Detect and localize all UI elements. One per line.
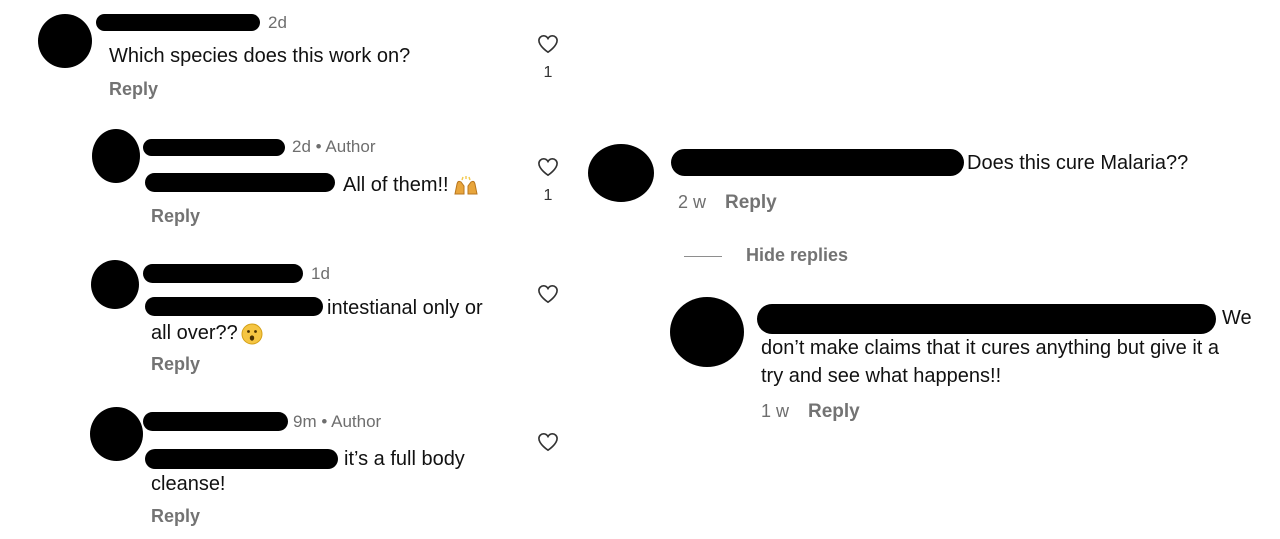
avatar[interactable] <box>670 297 744 367</box>
separator-dot: • <box>315 137 322 156</box>
reply-button[interactable]: Reply <box>151 506 200 527</box>
raised-hands-icon <box>453 175 478 195</box>
time-label: 2d <box>292 137 311 156</box>
redacted-username <box>96 14 260 31</box>
reply-button[interactable]: Reply <box>151 354 200 375</box>
reply-text: We <box>1222 307 1252 329</box>
redacted-mention <box>145 173 335 192</box>
comment-time: 2d • Author <box>292 137 376 157</box>
reply-button[interactable]: Reply <box>808 401 860 423</box>
like-count: 1 <box>543 64 553 81</box>
redacted-username <box>757 304 1216 334</box>
heart-icon[interactable] <box>537 432 559 452</box>
comment-text-content: All of them!! <box>343 174 449 196</box>
comment-time: 1d <box>311 264 330 283</box>
time-label: 9m <box>293 412 317 431</box>
comment-time: 1 w <box>761 401 790 421</box>
comment-text: all over?? <box>151 321 263 346</box>
avatar[interactable] <box>91 260 139 309</box>
avatar[interactable] <box>38 14 92 68</box>
author-badge: Author <box>325 137 376 156</box>
comment-text: Does this cure Malaria?? <box>967 152 1189 174</box>
reply-button[interactable]: Reply <box>725 192 777 214</box>
avatar[interactable] <box>90 407 143 461</box>
comment-text: cleanse! <box>151 473 226 495</box>
like-count: 1 <box>543 187 553 204</box>
hide-replies-button[interactable]: Hide replies <box>746 245 848 266</box>
author-badge: Author <box>331 412 382 431</box>
heart-icon[interactable] <box>537 34 559 54</box>
comment-text: All of them!! <box>343 173 480 198</box>
comment-time: 2d <box>268 13 287 32</box>
hide-replies-line <box>684 256 722 257</box>
comment-time: 2 w <box>678 192 707 212</box>
avatar[interactable] <box>588 144 654 202</box>
redacted-mention <box>145 297 323 316</box>
redacted-username <box>143 412 288 431</box>
comment-text: intestianal only or <box>327 297 483 319</box>
avatar[interactable] <box>92 129 140 183</box>
redacted-username <box>671 149 964 176</box>
redacted-username <box>143 264 303 283</box>
reply-button[interactable]: Reply <box>151 206 200 227</box>
heart-icon[interactable] <box>537 284 559 304</box>
heart-icon[interactable] <box>537 157 559 177</box>
redacted-username <box>143 139 285 156</box>
reply-text: don’t make claims that it cures anything… <box>761 337 1220 359</box>
comment-text: Which species does this work on? <box>109 45 411 67</box>
separator-dot: • <box>321 412 328 431</box>
comment-text: it’s a full body <box>344 448 465 470</box>
reply-text: try and see what happens!! <box>761 365 1002 387</box>
comment-text-content: all over?? <box>151 322 238 344</box>
surprised-face-icon <box>241 323 263 345</box>
redacted-mention <box>145 449 338 469</box>
comment-time: 9m • Author <box>293 412 381 432</box>
reply-button[interactable]: Reply <box>109 79 158 100</box>
